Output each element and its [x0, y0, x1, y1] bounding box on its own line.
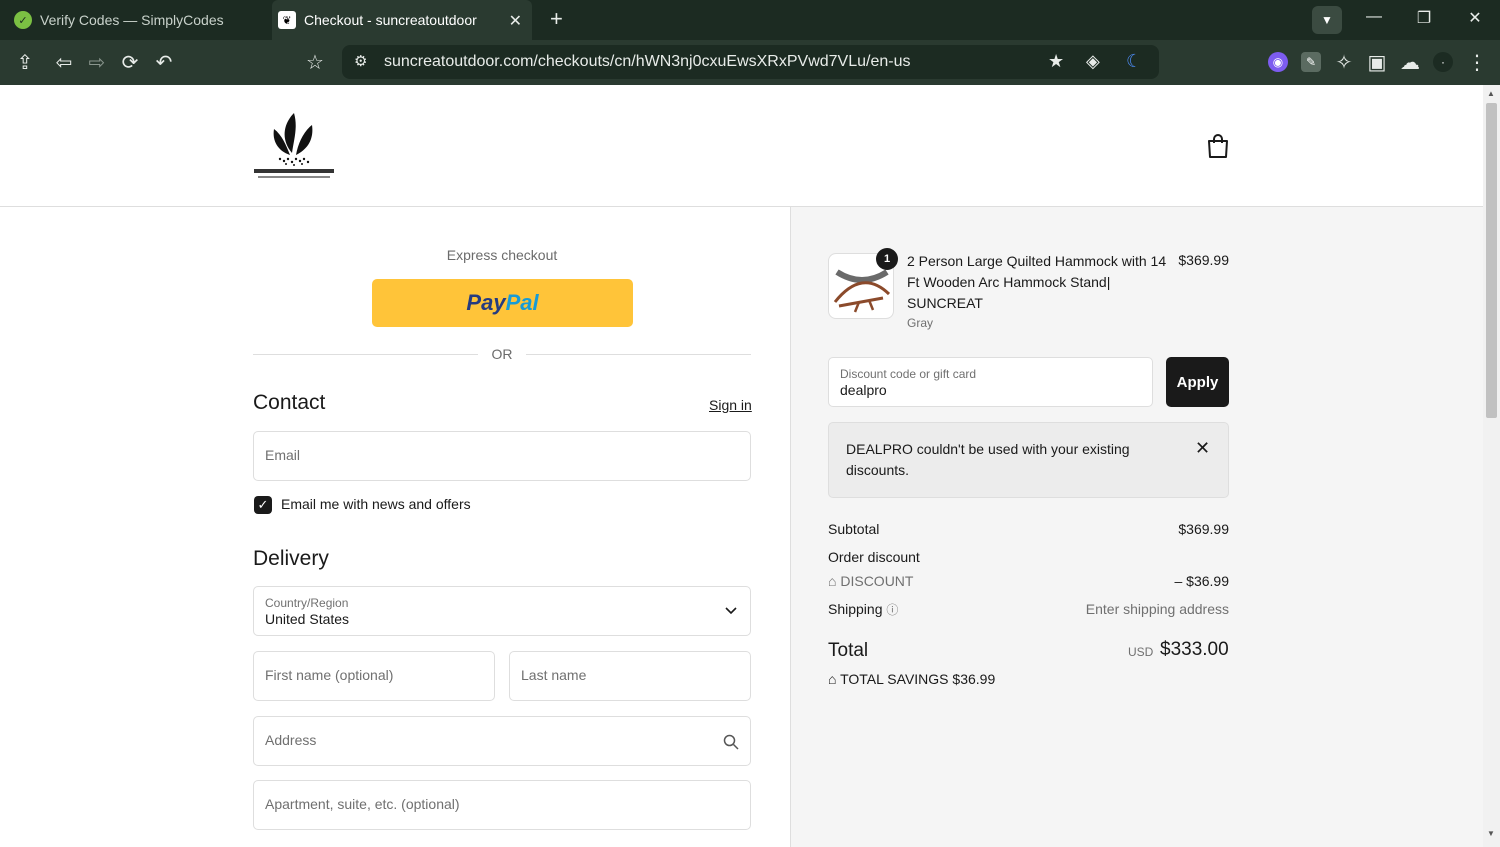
shipping-value: Enter shipping address	[1085, 601, 1229, 617]
restore-icon[interactable]: ❐	[1409, 8, 1439, 28]
extension-shield-icon[interactable]: ✎	[1301, 52, 1321, 72]
tab-simplycodes[interactable]: ✓ Verify Codes — SimplyCodes	[0, 0, 272, 40]
product-price: $369.99	[1178, 252, 1229, 268]
site-settings-icon[interactable]: ⚙	[354, 52, 367, 70]
address-bar[interactable]: ⚙ suncreatoutdoor.com/checkouts/cn/hWN3n…	[342, 45, 1159, 79]
shipping-label: Shipping	[828, 601, 883, 617]
first-name-field[interactable]: First name (optional)	[253, 651, 495, 701]
reload-icon[interactable]: ⟳	[117, 50, 143, 76]
total-label: Total	[828, 640, 869, 661]
total-value: $333.00	[1160, 639, 1229, 660]
subtotal-value: $369.99	[1178, 521, 1229, 537]
scrollbar-thumb[interactable]	[1486, 103, 1497, 418]
forward-icon[interactable]: ⇨	[84, 50, 110, 76]
suncreat-favicon-icon: ❦	[278, 11, 296, 29]
side-panel-icon[interactable]: ▣	[1364, 50, 1390, 76]
chevron-down-icon	[725, 607, 737, 615]
bookmark-star-icon[interactable]: ★	[1048, 51, 1064, 72]
express-checkout-title: Express checkout	[446, 247, 558, 263]
store-header	[0, 85, 1483, 207]
new-tab-icon[interactable]: +	[550, 8, 563, 30]
simplycodes-favicon-icon: ✓	[14, 11, 32, 29]
sign-in-link[interactable]: Sign in	[709, 397, 752, 413]
suncreat-logo[interactable]	[254, 109, 334, 181]
subtotal-label: Subtotal	[828, 521, 880, 537]
order-discount-row: Order discount	[828, 549, 1229, 565]
product-variant: Gray	[907, 316, 934, 330]
bookmark-star-outline-icon[interactable]: ☆	[302, 50, 328, 76]
country-select[interactable]: Country/Region United States	[253, 586, 751, 636]
total-savings: ⌂ TOTAL SAVINGS $36.99	[828, 671, 995, 687]
savings-label: TOTAL SAVINGS	[840, 671, 949, 687]
scroll-down-arrow-icon[interactable]: ▼	[1487, 829, 1495, 838]
apartment-placeholder: Apartment, suite, etc. (optional)	[265, 796, 460, 812]
paypal-logo-pal: Pal	[505, 290, 539, 315]
browser-toolbar: ⇪ ⇦ ⇨ ⟳ ↶ ☆ ⚙ suncreatoutdoor.com/checko…	[0, 40, 1500, 85]
savings-value: $36.99	[952, 671, 996, 687]
discount-name: DISCOUNT	[840, 573, 914, 589]
delivery-title: Delivery	[253, 547, 329, 570]
paypal-logo-pay: Pay	[466, 290, 506, 315]
tag-icon: ⌂	[828, 573, 837, 589]
tab-search-chevron-icon[interactable]: ▼	[1312, 6, 1342, 34]
discount-code-field[interactable]: Discount code or gift card dealpro	[828, 357, 1153, 407]
country-label: Country/Region	[265, 596, 349, 610]
paypal-button[interactable]: Pay Pal	[372, 279, 633, 327]
contact-title: Contact	[253, 391, 326, 414]
page-scrollbar[interactable]: ▲ ▼	[1483, 85, 1500, 847]
apartment-field[interactable]: Apartment, suite, etc. (optional)	[253, 780, 751, 830]
upload-page-icon[interactable]: ⇪	[12, 50, 38, 76]
email-placeholder: Email	[265, 447, 301, 463]
extension-layers-icon[interactable]: ◈	[1086, 51, 1100, 72]
minimize-icon[interactable]: —	[1359, 8, 1389, 26]
search-icon[interactable]	[723, 734, 739, 750]
discount-code-value: dealpro	[840, 382, 887, 398]
tab-checkout[interactable]: ❦ Checkout - suncreatoutdoor ✕	[272, 0, 532, 40]
checkout-page: Express checkout Pay Pal OR Contact Sign …	[0, 85, 1483, 847]
divider-line	[526, 354, 751, 355]
country-value: United States	[265, 611, 350, 627]
discount-code-label: Discount code or gift card	[840, 367, 977, 381]
first-name-placeholder: First name (optional)	[265, 667, 394, 683]
order-discount-label: Order discount	[828, 549, 920, 565]
shopping-bag-icon[interactable]	[1206, 133, 1230, 159]
discount-error-notice: DEALPRO couldn't be used with your exist…	[828, 422, 1229, 498]
shipping-row: Shipping ⓘ Enter shipping address	[828, 601, 1229, 618]
browser-menu-icon[interactable]: ⋮	[1464, 50, 1490, 76]
close-tab-icon[interactable]: ✕	[509, 11, 522, 31]
url-text[interactable]: suncreatoutdoor.com/checkouts/cn/hWN3nj0…	[384, 53, 910, 71]
newsletter-label[interactable]: Email me with news and offers	[281, 496, 471, 512]
cloud-upload-icon[interactable]: ☁	[1397, 50, 1423, 76]
dark-mode-moon-icon[interactable]: ☾	[1126, 51, 1142, 72]
tab-title: Checkout - suncreatoutdoor	[304, 12, 477, 28]
address-placeholder: Address	[265, 732, 317, 748]
quantity-badge: 1	[876, 248, 898, 270]
last-name-placeholder: Last name	[521, 667, 587, 683]
notice-message: DEALPRO couldn't be used with your exist…	[846, 441, 1130, 478]
total-currency: USD	[1128, 645, 1154, 659]
close-icon[interactable]: ✕	[1195, 438, 1210, 459]
scroll-up-arrow-icon[interactable]: ▲	[1487, 89, 1495, 98]
discount-value: – $36.99	[1174, 573, 1230, 589]
undo-icon[interactable]: ↶	[151, 50, 177, 76]
savings-tag-icon: ⌂	[828, 671, 837, 687]
newsletter-checkbox[interactable]: ✓	[254, 496, 272, 514]
profile-avatar-icon[interactable]: ·	[1433, 52, 1453, 72]
discount-row: ⌂ DISCOUNT – $36.99	[828, 573, 1229, 589]
apply-button[interactable]: Apply	[1166, 357, 1229, 407]
help-circle-icon[interactable]: ⓘ	[886, 603, 898, 617]
extensions-puzzle-icon[interactable]: ✧	[1331, 50, 1357, 76]
last-name-field[interactable]: Last name	[509, 651, 751, 701]
close-window-icon[interactable]: ✕	[1460, 8, 1490, 28]
address-field[interactable]: Address	[253, 716, 751, 766]
extension-purple-icon[interactable]: ◉	[1268, 52, 1288, 72]
email-field[interactable]: Email	[253, 431, 751, 481]
back-icon[interactable]: ⇦	[51, 50, 77, 76]
browser-tab-bar: ✓ Verify Codes — SimplyCodes ❦ Checkout …	[0, 0, 1500, 40]
product-name: 2 Person Large Quilted Hammock with 14 F…	[907, 253, 1167, 311]
subtotal-row: Subtotal $369.99	[828, 521, 1229, 537]
tab-title: Verify Codes — SimplyCodes	[40, 12, 224, 28]
or-divider: OR	[253, 344, 751, 364]
